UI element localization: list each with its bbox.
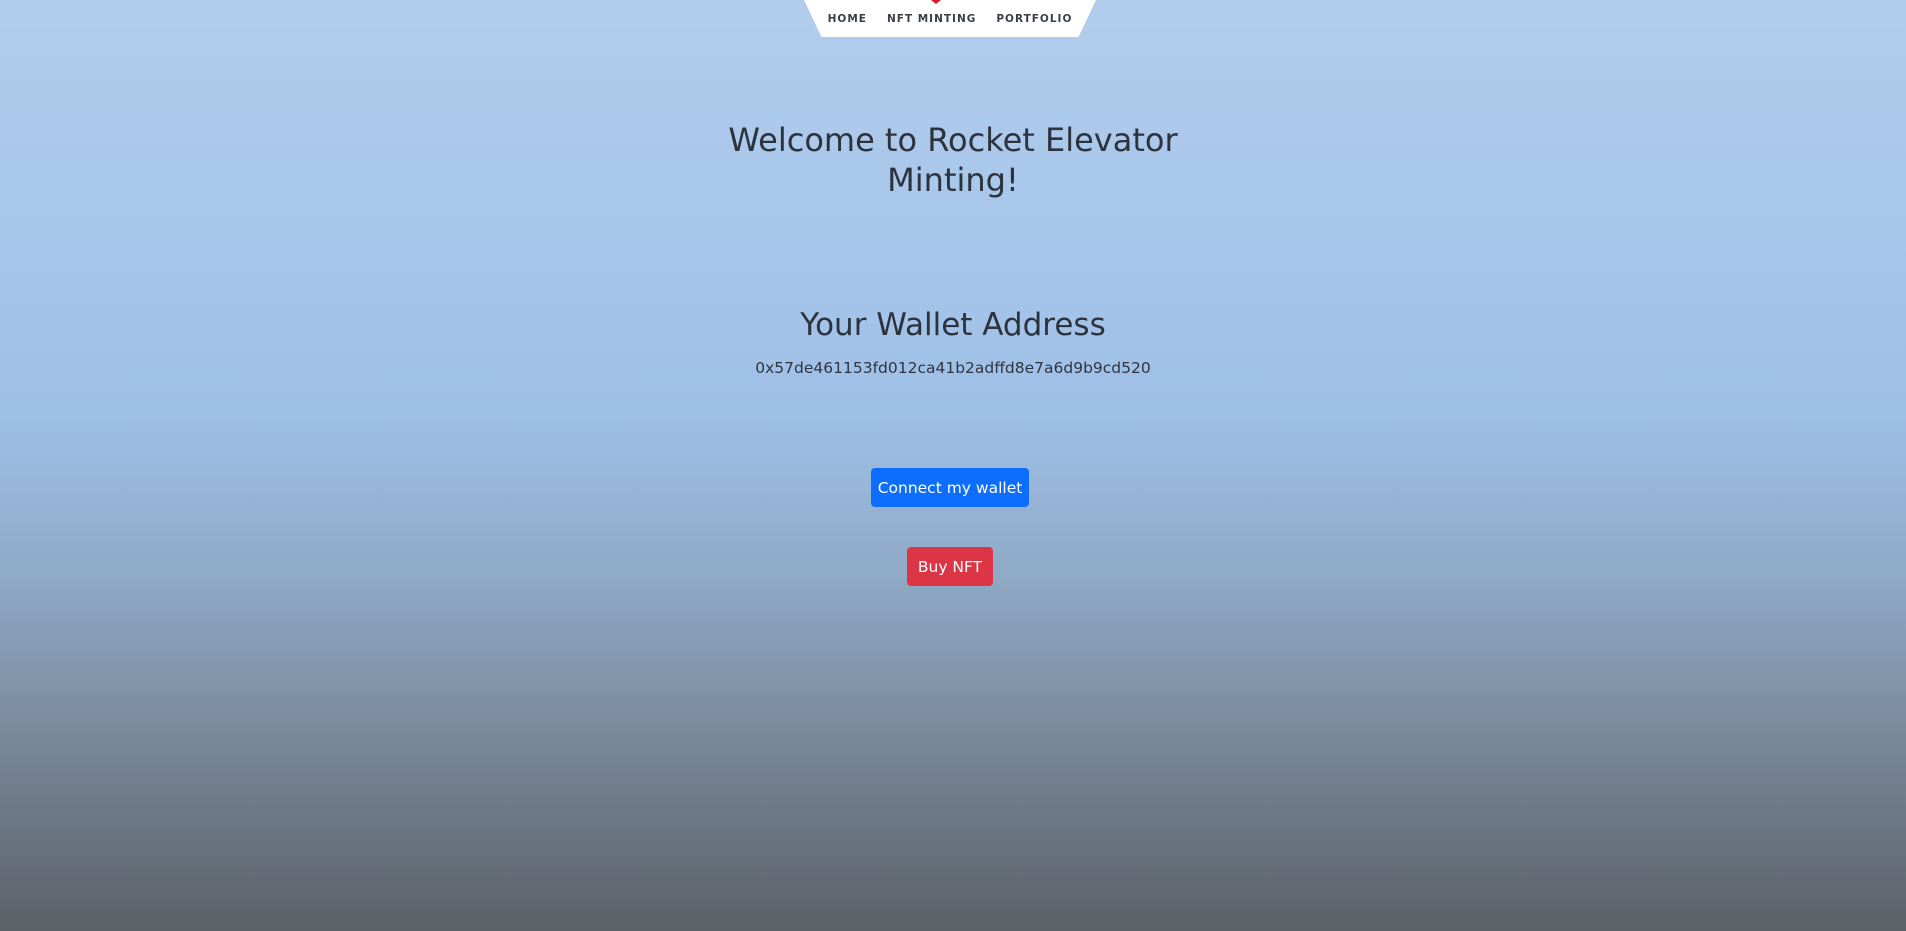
- nav-home-link[interactable]: HOME: [828, 13, 867, 25]
- top-nav: HOME NFT MINTING PORTFOLIO: [804, 0, 1096, 37]
- page-title: Welcome to Rocket Elevator Minting!: [0, 120, 1906, 200]
- wallet-address-heading: Your Wallet Address: [800, 307, 1106, 343]
- connect-wallet-button[interactable]: Connect my wallet: [871, 468, 1029, 507]
- wallet-address-value: 0x57de461153fd012ca41b2adffd8e7a6d9b9cd5…: [755, 359, 1151, 377]
- page-title-line2: Minting!: [887, 161, 1019, 199]
- nav-nft-minting-link[interactable]: NFT MINTING: [887, 13, 976, 25]
- buy-nft-button[interactable]: Buy NFT: [907, 547, 993, 586]
- nav-portfolio-link[interactable]: PORTFOLIO: [996, 13, 1072, 25]
- page-title-line1: Welcome to Rocket Elevator: [728, 121, 1178, 159]
